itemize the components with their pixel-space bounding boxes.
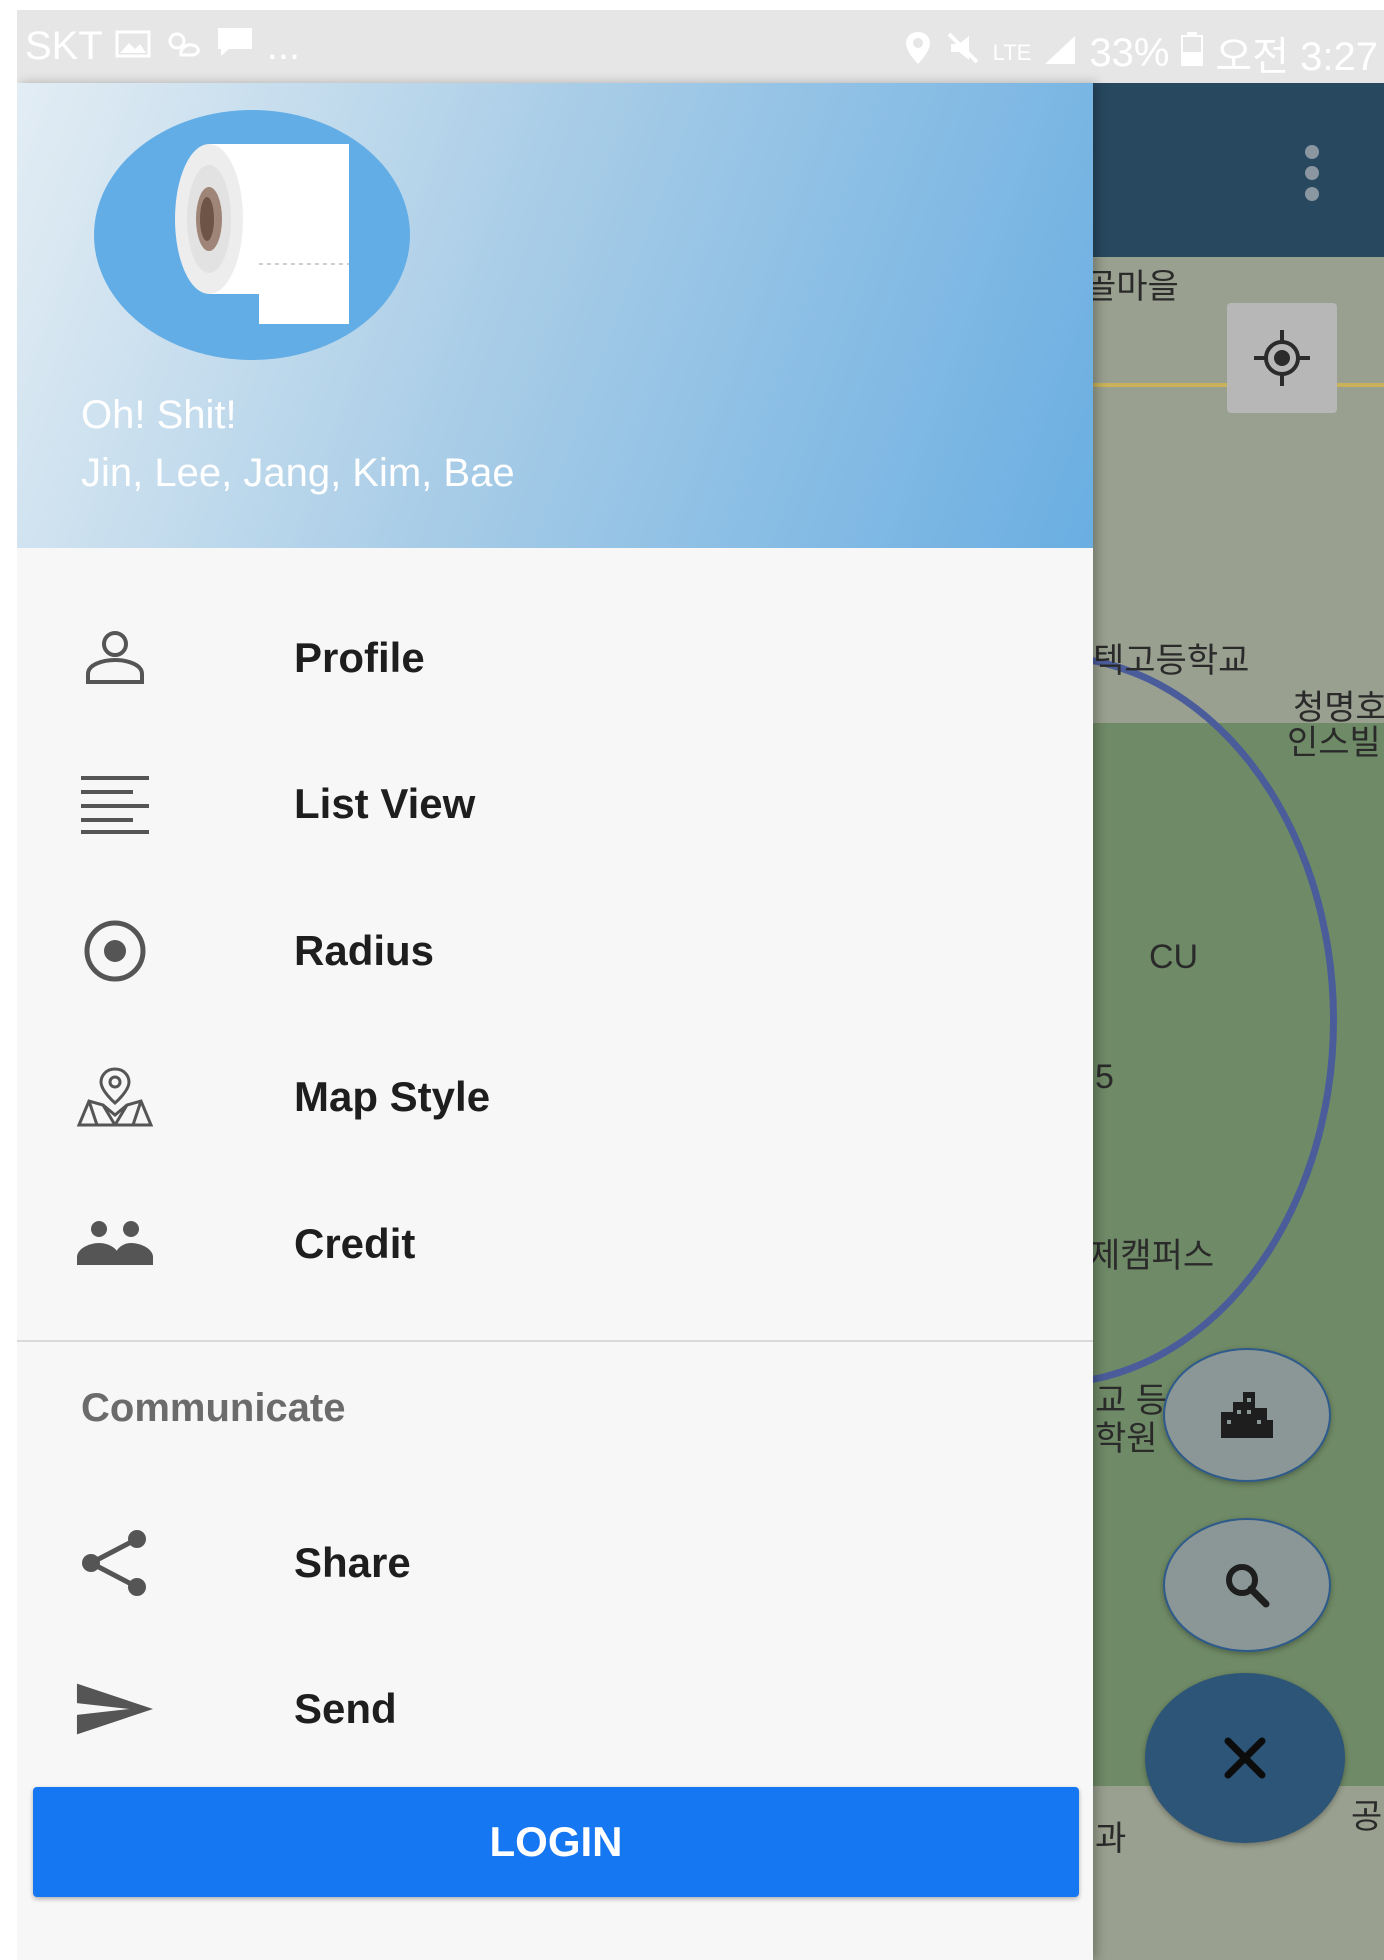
map-label: 5 bbox=[1095, 1058, 1114, 1096]
building-icon bbox=[1221, 1392, 1273, 1438]
menu-item-label: Share bbox=[294, 1539, 411, 1586]
my-location-button[interactable] bbox=[1227, 303, 1337, 413]
close-fab[interactable] bbox=[1145, 1673, 1345, 1843]
map-label: 텍고등학교 bbox=[1093, 642, 1250, 680]
map-label: 학원 bbox=[1095, 1420, 1158, 1458]
menu-item-profile[interactable]: Profile bbox=[17, 588, 1093, 728]
person-icon bbox=[75, 626, 155, 690]
app-avatar bbox=[94, 110, 410, 360]
menu-item-label: List View bbox=[294, 780, 476, 827]
map-label: 골마을 bbox=[1093, 268, 1179, 306]
status-bar-right: LTE 33% 오전 3:27 bbox=[903, 24, 1378, 82]
login-button[interactable]: LOGIN bbox=[33, 1787, 1079, 1897]
menu-item-label: Credit bbox=[294, 1220, 416, 1267]
menu-item-label: Radius bbox=[294, 927, 435, 974]
group-icon bbox=[75, 1212, 155, 1276]
menu-item-map-style[interactable]: Map Style bbox=[17, 1027, 1093, 1167]
overflow-menu-icon[interactable] bbox=[1305, 145, 1321, 201]
crosshair-icon bbox=[1254, 330, 1310, 386]
section-title: Communicate bbox=[81, 1386, 346, 1430]
map-label: 인스빌 bbox=[1287, 724, 1381, 762]
clock: 오전 3:27 bbox=[1215, 35, 1378, 79]
carrier-label: SKT bbox=[25, 24, 103, 68]
drawer-divider bbox=[17, 1340, 1093, 1342]
list-icon bbox=[75, 772, 155, 836]
map-label: 과 bbox=[1095, 1820, 1127, 1858]
search-fab[interactable] bbox=[1163, 1518, 1331, 1652]
menu-item-label: Send bbox=[294, 1685, 397, 1732]
map-pin-icon bbox=[75, 1065, 155, 1129]
map-label: 공 bbox=[1351, 1798, 1383, 1836]
location-icon bbox=[903, 30, 933, 76]
menu-item-label: Map Style bbox=[294, 1073, 491, 1120]
menu-item-send[interactable]: Send bbox=[17, 1639, 1093, 1779]
status-bar: SKT ... LTE 33% 오전 3:27 bbox=[17, 10, 1384, 83]
more-notifications: ... bbox=[266, 24, 301, 68]
map-label: CU bbox=[1149, 938, 1199, 976]
send-icon bbox=[75, 1677, 155, 1741]
share-icon bbox=[75, 1530, 155, 1596]
menu-item-list-view[interactable]: List View bbox=[17, 734, 1093, 874]
battery-icon bbox=[1181, 31, 1204, 76]
menu-item-label: Profile bbox=[294, 634, 425, 681]
map-app-bar bbox=[1093, 83, 1384, 257]
status-bar-left: SKT ... bbox=[25, 24, 300, 69]
menu-item-credit[interactable]: Credit bbox=[17, 1174, 1093, 1314]
team-members: Jin, Lee, Jang, Kim, Bae bbox=[81, 451, 515, 495]
navigation-drawer: Oh! Shit! Jin, Lee, Jang, Kim, Bae Profi… bbox=[17, 83, 1093, 1960]
close-icon bbox=[1224, 1737, 1266, 1779]
drawer-header: Oh! Shit! Jin, Lee, Jang, Kim, Bae bbox=[17, 83, 1093, 548]
signal-icon bbox=[1043, 31, 1077, 76]
search-icon bbox=[1226, 1564, 1270, 1608]
image-icon bbox=[115, 24, 151, 69]
mute-icon bbox=[945, 30, 981, 76]
menu-item-radius[interactable]: Radius bbox=[17, 881, 1093, 1021]
radio-target-icon bbox=[75, 919, 155, 983]
battery-percent: 33% bbox=[1089, 30, 1170, 75]
app-name: Oh! Shit! bbox=[81, 393, 237, 437]
phone-screen: SKT ... LTE 33% 오전 3:27 골마을 텍고등학교 청명호 인스… bbox=[17, 10, 1384, 1960]
chat-icon bbox=[215, 24, 255, 69]
network-type: LTE bbox=[992, 40, 1032, 65]
menu-item-share[interactable]: Share bbox=[17, 1493, 1093, 1633]
map-label: 제캠퍼스 bbox=[1093, 1237, 1215, 1275]
toilet-paper-icon bbox=[175, 144, 349, 324]
building-fab[interactable] bbox=[1163, 1348, 1331, 1482]
weather-icon bbox=[163, 24, 203, 69]
